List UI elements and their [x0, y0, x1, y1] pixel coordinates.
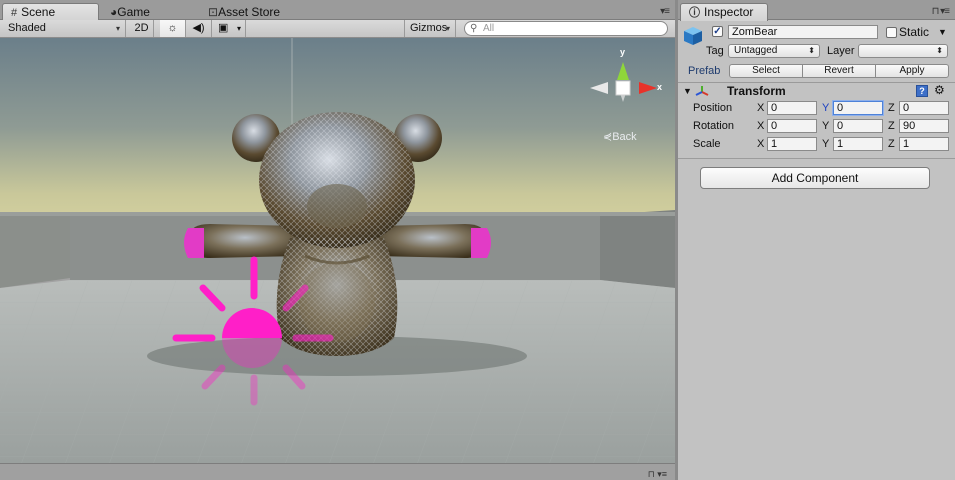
scene-toolbar: Shaded ▾ 2D ☼ ◀) ▣ ▾ Gizmos ▾ ⚲ All	[0, 20, 675, 38]
sun-icon: ☼	[167, 22, 178, 34]
rotation-label: Rotation	[693, 120, 734, 132]
tab-inspector-label: Inspector	[704, 5, 754, 19]
layer-label: Layer	[827, 45, 855, 57]
transform-header[interactable]: ▼ Transform ? ⚙	[678, 82, 955, 99]
position-label: Position	[693, 102, 733, 114]
info-icon: ⓘ	[689, 7, 700, 19]
dropdown-caret-icon: ▾	[236, 24, 241, 33]
inspector-tabbar: ⓘ Inspector ⊓ ▾≡	[678, 0, 955, 21]
static-dropdown-caret-icon[interactable]: ▼	[938, 25, 947, 39]
gizmos-label: Gizmos	[410, 22, 448, 34]
panel-menu-icon[interactable]: ▾≡	[660, 6, 670, 17]
gizmo-view-text: Back	[612, 131, 637, 143]
scale-x-field[interactable]: 1	[767, 137, 817, 151]
gear-icon[interactable]: ⚙	[934, 83, 945, 97]
tab-asset-store[interactable]: ⊡Asset Store	[208, 4, 280, 20]
static-label: Static	[899, 25, 930, 39]
scale-label: Scale	[693, 138, 721, 150]
transform-icon	[695, 86, 709, 96]
static-checkbox[interactable]	[886, 27, 897, 38]
grid-icon: #	[11, 7, 18, 19]
shading-mode-dropdown[interactable]: Shaded ▾	[0, 20, 126, 37]
prefab-label: Prefab	[688, 65, 721, 77]
scene-panel: # Scene ◕Game ⊡Asset Store ▾≡ Shaded ▾ 2D…	[0, 0, 675, 480]
position-z-label[interactable]: Z	[888, 101, 895, 115]
rotation-z-field[interactable]: 90	[899, 119, 949, 133]
tab-asset-store-label: Asset Store	[218, 5, 281, 19]
active-checkbox[interactable]: ✓	[712, 26, 723, 37]
prefab-select-button[interactable]: Select	[729, 64, 803, 78]
tab-game-label: Game	[117, 5, 150, 19]
speaker-icon: ◀)	[192, 22, 205, 34]
gizmo-view-label[interactable]: ⋞Back	[603, 130, 637, 143]
scene-render	[0, 38, 675, 463]
tag-value: Untagged	[734, 45, 778, 56]
scene-bottom-strip: ⊓ ▾≡	[0, 463, 675, 480]
dropdown-caret-icon: ⬍	[936, 46, 943, 55]
tab-game[interactable]: ◕Game	[110, 4, 150, 20]
position-y-label[interactable]: Y	[822, 101, 829, 115]
prefab-revert-button[interactable]: Revert	[802, 64, 876, 78]
tab-scene[interactable]: # Scene	[2, 3, 99, 21]
scene-viewport[interactable]: y x ⋞Back	[0, 38, 675, 463]
scale-z-field[interactable]: 1	[899, 137, 949, 151]
scale-z-label[interactable]: Z	[888, 137, 895, 151]
image-icon: ▣	[218, 22, 229, 34]
search-icon: ⚲	[470, 23, 478, 34]
cube-icon	[684, 27, 702, 45]
tab-inspector[interactable]: ⓘ Inspector	[680, 3, 768, 21]
prefab-buttons: Select Revert Apply	[729, 64, 949, 78]
scene-lighting-button[interactable]: ☼	[160, 20, 186, 37]
scale-x-label[interactable]: X	[757, 137, 764, 151]
scene-search-placeholder: All	[483, 23, 495, 34]
position-y-field[interactable]: 0	[833, 101, 883, 115]
lock-menu-icon[interactable]: ⊓ ▾≡	[648, 469, 667, 480]
gizmos-dropdown[interactable]: Gizmos ▾	[404, 20, 456, 37]
add-component-button[interactable]: Add Component	[700, 167, 930, 189]
tab-scene-label: Scene	[21, 5, 56, 19]
shading-mode-value: Shaded	[8, 22, 46, 34]
object-name-field[interactable]: ZomBear	[728, 25, 878, 39]
foldout-arrow-icon[interactable]: ▼	[683, 84, 692, 98]
rotation-x-field[interactable]: 0	[767, 119, 817, 133]
scale-y-label[interactable]: Y	[822, 137, 829, 151]
scene-search-input[interactable]: ⚲ All	[464, 21, 668, 36]
position-z-field[interactable]: 0	[899, 101, 949, 115]
prefab-apply-button[interactable]: Apply	[875, 64, 949, 78]
inspector-menu-icon[interactable]: ⊓ ▾≡	[932, 6, 950, 17]
tag-dropdown[interactable]: Untagged ⬍	[728, 44, 820, 58]
rotation-y-field[interactable]: 0	[833, 119, 883, 133]
toggle-2d-button[interactable]: 2D	[130, 20, 154, 37]
transform-fields: Position X 0 Y 0 Z 0 Rotation X 0 Y 0 Z …	[678, 100, 955, 156]
scene-effects-dropdown[interactable]: ▣ ▾	[212, 20, 246, 37]
gizmo-axis-x-label: x	[657, 82, 663, 92]
inspector-panel: ⓘ Inspector ⊓ ▾≡ ✓ ZomBear Static ▼ Tag U…	[678, 0, 955, 480]
layer-dropdown[interactable]: ⬍	[858, 44, 948, 58]
transform-title: Transform	[727, 84, 786, 98]
rotation-z-label[interactable]: Z	[888, 119, 895, 133]
component-divider	[678, 158, 955, 159]
dropdown-caret-icon: ▾	[115, 24, 120, 33]
rotation-x-label[interactable]: X	[757, 119, 764, 133]
position-x-field[interactable]: 0	[767, 101, 817, 115]
dropdown-caret-icon: ⬍	[808, 46, 815, 55]
gizmo-axis-y-label: y	[620, 47, 626, 57]
tag-label: Tag	[706, 45, 724, 57]
scene-audio-button[interactable]: ◀)	[186, 20, 212, 37]
gameobject-header: ✓ ZomBear Static ▼ Tag Untagged ⬍ Layer …	[678, 20, 955, 82]
toggle-2d-label: 2D	[134, 22, 149, 34]
position-x-label[interactable]: X	[757, 101, 764, 115]
dropdown-caret-icon: ▾	[445, 24, 450, 33]
rotation-y-label[interactable]: Y	[822, 119, 829, 133]
help-book-icon[interactable]: ?	[916, 85, 928, 97]
back-arrow-icon: ⋞	[603, 131, 613, 143]
scale-y-field[interactable]: 1	[833, 137, 883, 151]
scene-tabbar: # Scene ◕Game ⊡Asset Store ▾≡	[0, 0, 675, 21]
shopping-bag-icon: ⊡	[208, 5, 219, 19]
